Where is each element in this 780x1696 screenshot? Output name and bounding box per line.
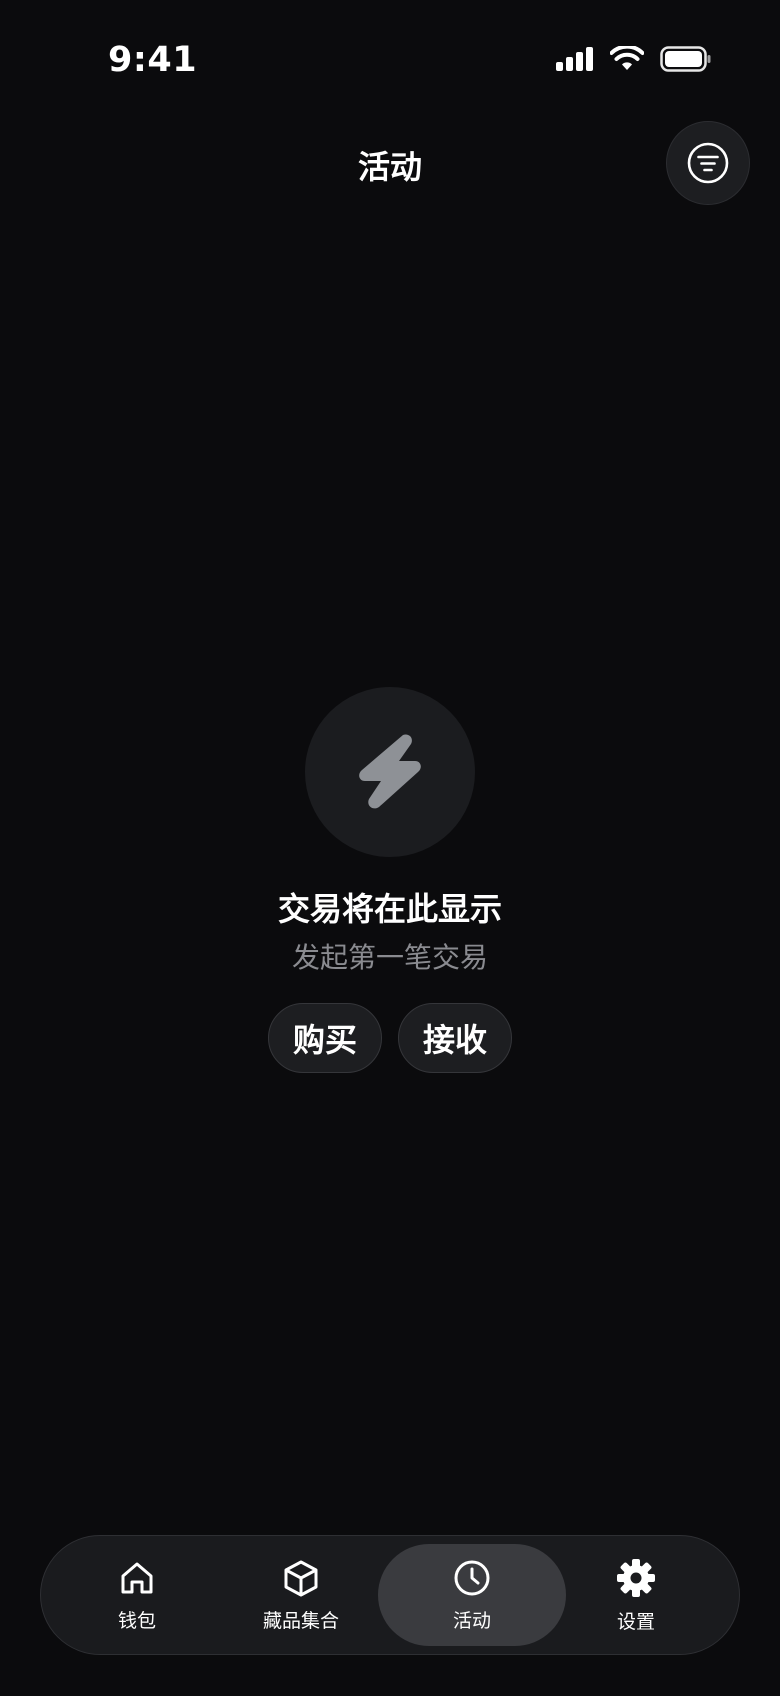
status-icons [556, 46, 712, 72]
wifi-icon [610, 46, 644, 70]
bottom-tab-bar: 钱包 藏品集合 活动 设置 [40, 1535, 740, 1655]
tab-activity-label: 活动 [452, 1609, 491, 1632]
tab-wallet[interactable]: 钱包 [43, 1544, 231, 1646]
empty-state-title: 交易将在此显示 [277, 890, 502, 928]
lightning-bolt-icon [359, 734, 421, 809]
tab-settings[interactable]: 设置 [542, 1544, 730, 1646]
buy-button[interactable]: 购买 [267, 1003, 382, 1073]
receive-button[interactable]: 接收 [398, 1003, 513, 1073]
activity-screen: 9:41 活动 交易将在此显示 发起第一笔交易 购买 接收 钱包 藏品集合 活动… [0, 0, 780, 1696]
page-title: 活动 [357, 148, 422, 186]
filter-icon [687, 142, 729, 184]
status-time: 9:41 [108, 40, 198, 80]
tab-collections[interactable]: 藏品集合 [207, 1544, 395, 1646]
filter-button[interactable] [666, 121, 750, 205]
empty-state-actions: 购买 接收 [0, 1003, 780, 1073]
tab-collections-label: 藏品集合 [262, 1609, 339, 1632]
home-icon [121, 1562, 153, 1593]
empty-state-icon-container [305, 687, 475, 857]
gear-icon [617, 1558, 655, 1597]
tab-activity[interactable]: 活动 [378, 1544, 566, 1646]
tab-wallet-label: 钱包 [117, 1609, 156, 1632]
tab-settings-label: 设置 [616, 1610, 655, 1633]
empty-state-subtitle: 发起第一笔交易 [291, 941, 488, 974]
cube-icon [284, 1560, 318, 1596]
battery-icon [660, 46, 711, 72]
clock-icon [454, 1560, 490, 1595]
cellular-signal-icon [556, 47, 593, 71]
